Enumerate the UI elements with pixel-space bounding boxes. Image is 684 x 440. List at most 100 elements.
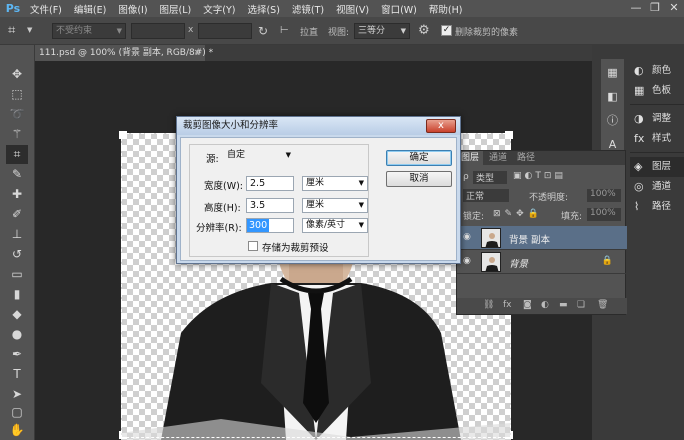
- crop-handle-bottom-right[interactable]: [505, 431, 513, 439]
- menu-type[interactable]: 文字(Y): [197, 2, 241, 16]
- source-select[interactable]: 自定 ▼: [224, 149, 294, 164]
- ok-button[interactable]: 确定: [386, 150, 452, 166]
- mask-icon[interactable]: ◙: [523, 300, 532, 310]
- type-tool-icon[interactable]: T: [6, 365, 28, 384]
- panel-adjustments[interactable]: ◑ 调整: [630, 109, 684, 129]
- source-value: 自定: [227, 150, 246, 160]
- dialog-close-button[interactable]: x: [426, 119, 456, 133]
- new-layer-icon[interactable]: ❏: [577, 300, 585, 310]
- minimize-button[interactable]: —: [628, 1, 644, 15]
- menu-help[interactable]: 帮助(H): [423, 2, 469, 16]
- crop-handle-bottom-left[interactable]: [119, 431, 127, 439]
- panel-styles[interactable]: fx 样式: [630, 129, 684, 149]
- crop-handle-top-left[interactable]: [119, 131, 127, 139]
- eraser-tool-icon[interactable]: ▭: [6, 265, 28, 284]
- menu-edit[interactable]: 编辑(E): [68, 2, 112, 16]
- crop-width-input[interactable]: [131, 23, 185, 39]
- visibility-eye-icon[interactable]: ◉: [463, 232, 471, 242]
- cancel-button[interactable]: 取消: [386, 171, 452, 187]
- delete-pixels-checkbox[interactable]: ✓: [441, 25, 452, 36]
- view-select[interactable]: 三等分 ▼: [354, 23, 410, 39]
- lock-icons[interactable]: ⊠✎✥🔒: [493, 209, 543, 219]
- save-preset-checkbox[interactable]: [248, 241, 258, 251]
- panel-layers[interactable]: ◈ 图层: [630, 157, 684, 177]
- adjustment-icon[interactable]: ◐: [541, 300, 549, 310]
- menu-window[interactable]: 窗口(W): [375, 2, 423, 16]
- trash-icon[interactable]: 🗑: [597, 300, 608, 310]
- layer-name[interactable]: 背景: [509, 256, 528, 270]
- resolution-unit-select[interactable]: 像素/英寸 ▼: [302, 218, 368, 233]
- menu-image[interactable]: 图像(I): [112, 2, 153, 16]
- layer-filter-row: ρ 类型 ▣◐T⊡▤: [457, 171, 627, 185]
- document-tab[interactable]: 111.psd @ 100% (背景 副本, RGB/8#) * ×: [35, 45, 213, 61]
- layer-name[interactable]: 背景 副本: [509, 232, 550, 246]
- close-window-button[interactable]: ✕: [666, 1, 682, 15]
- layer-row[interactable]: ◉ 背景 副本: [457, 226, 627, 250]
- magic-wand-icon[interactable]: ⚚: [6, 125, 28, 144]
- chevron-down-icon[interactable]: ▼: [27, 26, 32, 34]
- hand-tool-icon[interactable]: ✋: [6, 421, 28, 438]
- divider: [630, 152, 684, 153]
- shape-tool-icon[interactable]: ▢: [6, 403, 28, 422]
- brush-tool-icon[interactable]: ✐: [6, 205, 28, 224]
- width-unit-select[interactable]: 厘米 ▼: [302, 176, 368, 191]
- menu-layer[interactable]: 图层(L): [154, 2, 198, 16]
- close-tab-icon[interactable]: ×: [193, 45, 201, 61]
- lasso-tool-icon[interactable]: ➰: [6, 105, 28, 124]
- resolution-input[interactable]: 300: [246, 218, 294, 233]
- panel-paths[interactable]: ⌇ 路径: [630, 197, 684, 217]
- tab-channels[interactable]: 通道: [485, 151, 511, 165]
- panel-swatches[interactable]: ▦ 色板: [630, 81, 684, 101]
- pen-tool-icon[interactable]: ✒: [6, 345, 28, 364]
- properties-icon[interactable]: ◧: [605, 89, 620, 104]
- menu-filter[interactable]: 滤镜(T): [286, 2, 330, 16]
- opacity-input[interactable]: 100%: [587, 189, 621, 202]
- clear-icon[interactable]: ↻: [258, 24, 268, 38]
- layers-footer: ⛓ fx ◙ ◐ ▬ ❏ 🗑: [457, 298, 627, 314]
- path-selection-icon[interactable]: ➤: [6, 385, 28, 404]
- height-unit-select[interactable]: 厘米 ▼: [302, 198, 368, 213]
- filter-icons[interactable]: ▣◐T⊡▤: [513, 171, 566, 181]
- straighten-icon[interactable]: ⊢: [280, 25, 289, 36]
- width-input[interactable]: 2.5: [246, 176, 294, 191]
- dodge-tool-icon[interactable]: ●: [6, 325, 28, 344]
- info-icon[interactable]: ⓘ: [605, 113, 620, 128]
- menu-select[interactable]: 选择(S): [241, 2, 285, 16]
- height-input[interactable]: 3.5: [246, 198, 294, 213]
- resolution-value: 300: [247, 219, 270, 232]
- link-icon[interactable]: ⛓: [483, 300, 494, 310]
- restore-button[interactable]: ❐: [647, 1, 663, 15]
- history-brush-icon[interactable]: ↺: [6, 245, 28, 264]
- visibility-eye-icon[interactable]: ◉: [463, 256, 471, 266]
- crop-tool-preset-icon[interactable]: ⌗: [8, 23, 15, 38]
- crop-handle-top-right[interactable]: [505, 131, 513, 139]
- eyedropper-icon[interactable]: ✎: [6, 165, 28, 184]
- crop-tool-icon[interactable]: ⌗: [6, 145, 28, 164]
- fill-input[interactable]: 100%: [587, 208, 621, 221]
- marquee-tool-icon[interactable]: ⬚: [6, 85, 28, 104]
- fx-icon[interactable]: fx: [503, 300, 512, 310]
- panel-channels[interactable]: ◎ 通道: [630, 177, 684, 197]
- kind-filter-select[interactable]: 类型: [473, 171, 507, 184]
- menu-file[interactable]: 文件(F): [24, 2, 68, 16]
- gear-icon[interactable]: ⚙: [418, 23, 430, 38]
- tab-paths[interactable]: 路径: [513, 151, 539, 165]
- gradient-tool-icon[interactable]: ▮: [6, 285, 28, 304]
- crop-height-input[interactable]: [198, 23, 252, 39]
- menu-view[interactable]: 视图(V): [330, 2, 375, 16]
- panel-paths-label: 路径: [652, 201, 672, 212]
- chevron-down-icon: ▼: [116, 27, 122, 35]
- panel-color[interactable]: ◐ 颜色: [630, 61, 684, 81]
- history-icon[interactable]: ▦: [605, 65, 620, 80]
- layer-row[interactable]: ◉ 背景 🔒: [457, 250, 627, 274]
- ratio-select[interactable]: 不受约束 ▼: [52, 23, 126, 39]
- panel-styles-label: 样式: [652, 133, 672, 144]
- color-icon: ◐: [634, 64, 644, 77]
- blend-mode-select[interactable]: 正常: [463, 189, 509, 202]
- healing-brush-icon[interactable]: ✚: [6, 185, 28, 204]
- blur-tool-icon[interactable]: ◆: [6, 305, 28, 324]
- straighten-label[interactable]: 拉直: [300, 25, 318, 38]
- move-tool-icon[interactable]: ✥: [6, 65, 28, 84]
- group-icon[interactable]: ▬: [559, 300, 568, 310]
- clone-stamp-icon[interactable]: ⊥: [6, 225, 28, 244]
